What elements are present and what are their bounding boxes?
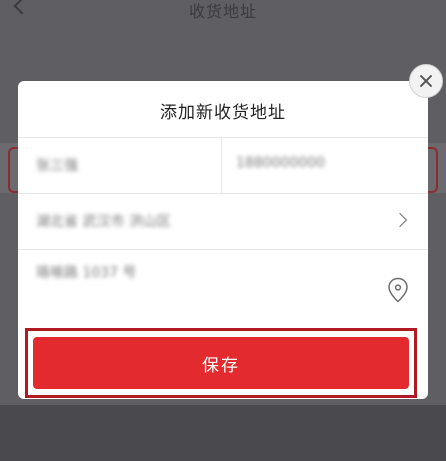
dialog-title: 添加新收货地址 [160,103,286,123]
save-button[interactable]: 保存 [33,337,409,389]
phone-field[interactable]: 1880000000 [236,155,325,171]
chevron-right-icon [392,212,408,228]
name-field[interactable]: 张三强 [36,155,78,175]
close-button[interactable] [409,64,443,98]
background-header: 收货地址 [0,0,446,30]
background-page-title: 收货地址 [188,2,257,21]
vertical-divider [221,138,222,193]
detail-address-row: 珞喻路 1037 号 [18,250,428,325]
region-value: 湖北省 武汉市 洪山区 [36,214,171,230]
add-address-dialog: 添加新收货地址 张三强 1880000000 湖北省 武汉市 洪山区 珞喻路 1… [18,81,428,399]
region-selector[interactable]: 湖北省 武汉市 洪山区 [18,194,428,249]
location-pin-icon[interactable] [387,277,409,303]
detail-address-field[interactable]: 珞喻路 1037 号 [36,262,137,282]
save-button-highlight: 保存 [25,328,417,398]
background-footer [0,405,446,461]
name-phone-row: 张三强 1880000000 [18,138,428,193]
